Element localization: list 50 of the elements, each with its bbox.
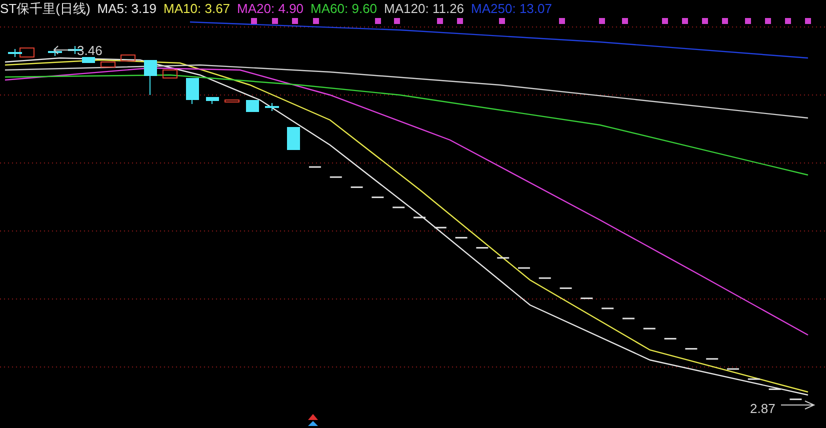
price-dash [392,206,405,208]
price-dash [414,216,426,218]
price-dash [455,236,468,238]
arrow-icon [780,400,816,410]
price-dash [602,308,614,310]
indicator-label: MA60: 9.60 [310,0,378,17]
candlestick [246,100,259,112]
price-dash [664,338,676,340]
candlestick [20,48,34,58]
price-dash [727,368,739,370]
candlestick [144,60,157,96]
candlestick [162,70,178,78]
doji-candlestick [8,48,22,58]
price-dash [309,166,321,168]
candlestick [120,54,136,62]
price-dash [538,277,551,279]
price-dash [790,398,802,400]
chart-title: ST保千里(日线) [0,0,90,17]
price-dash [768,388,781,390]
candlestick [100,62,116,68]
price-dash [580,298,593,300]
price-dash [476,247,488,249]
indicator-label: MA10: 3.67 [164,0,230,17]
price-dash [560,287,572,289]
candlestick [82,57,95,63]
indicator-label: MA250: 13.07 [471,0,552,17]
indicator-label: MA5: 3.19 [97,0,157,17]
price-dash [643,328,656,330]
candlestick [287,127,300,150]
candlestick [206,97,219,104]
price-dash [748,378,760,380]
candlestick [186,78,199,104]
doji-candlestick [265,102,279,112]
indicator-label: MA120: 11.26 [384,0,464,17]
price-dash [350,186,363,188]
high-price-label: 3.46 [77,43,102,58]
price-dash [497,257,510,259]
price-dash [330,176,342,178]
price-dash [706,358,718,360]
low-price-label: 2.87 [750,401,776,416]
price-dash [372,196,384,198]
price-dash [518,267,530,269]
price-dash [434,226,446,228]
signal-arrow-icon [308,414,318,426]
price-dash [622,318,634,320]
price-dash [685,348,698,350]
indicator-label: MA20: 4.90 [237,0,304,17]
arrow-icon [53,46,74,54]
candlestick [224,100,240,102]
doji-candlestick [48,48,62,56]
